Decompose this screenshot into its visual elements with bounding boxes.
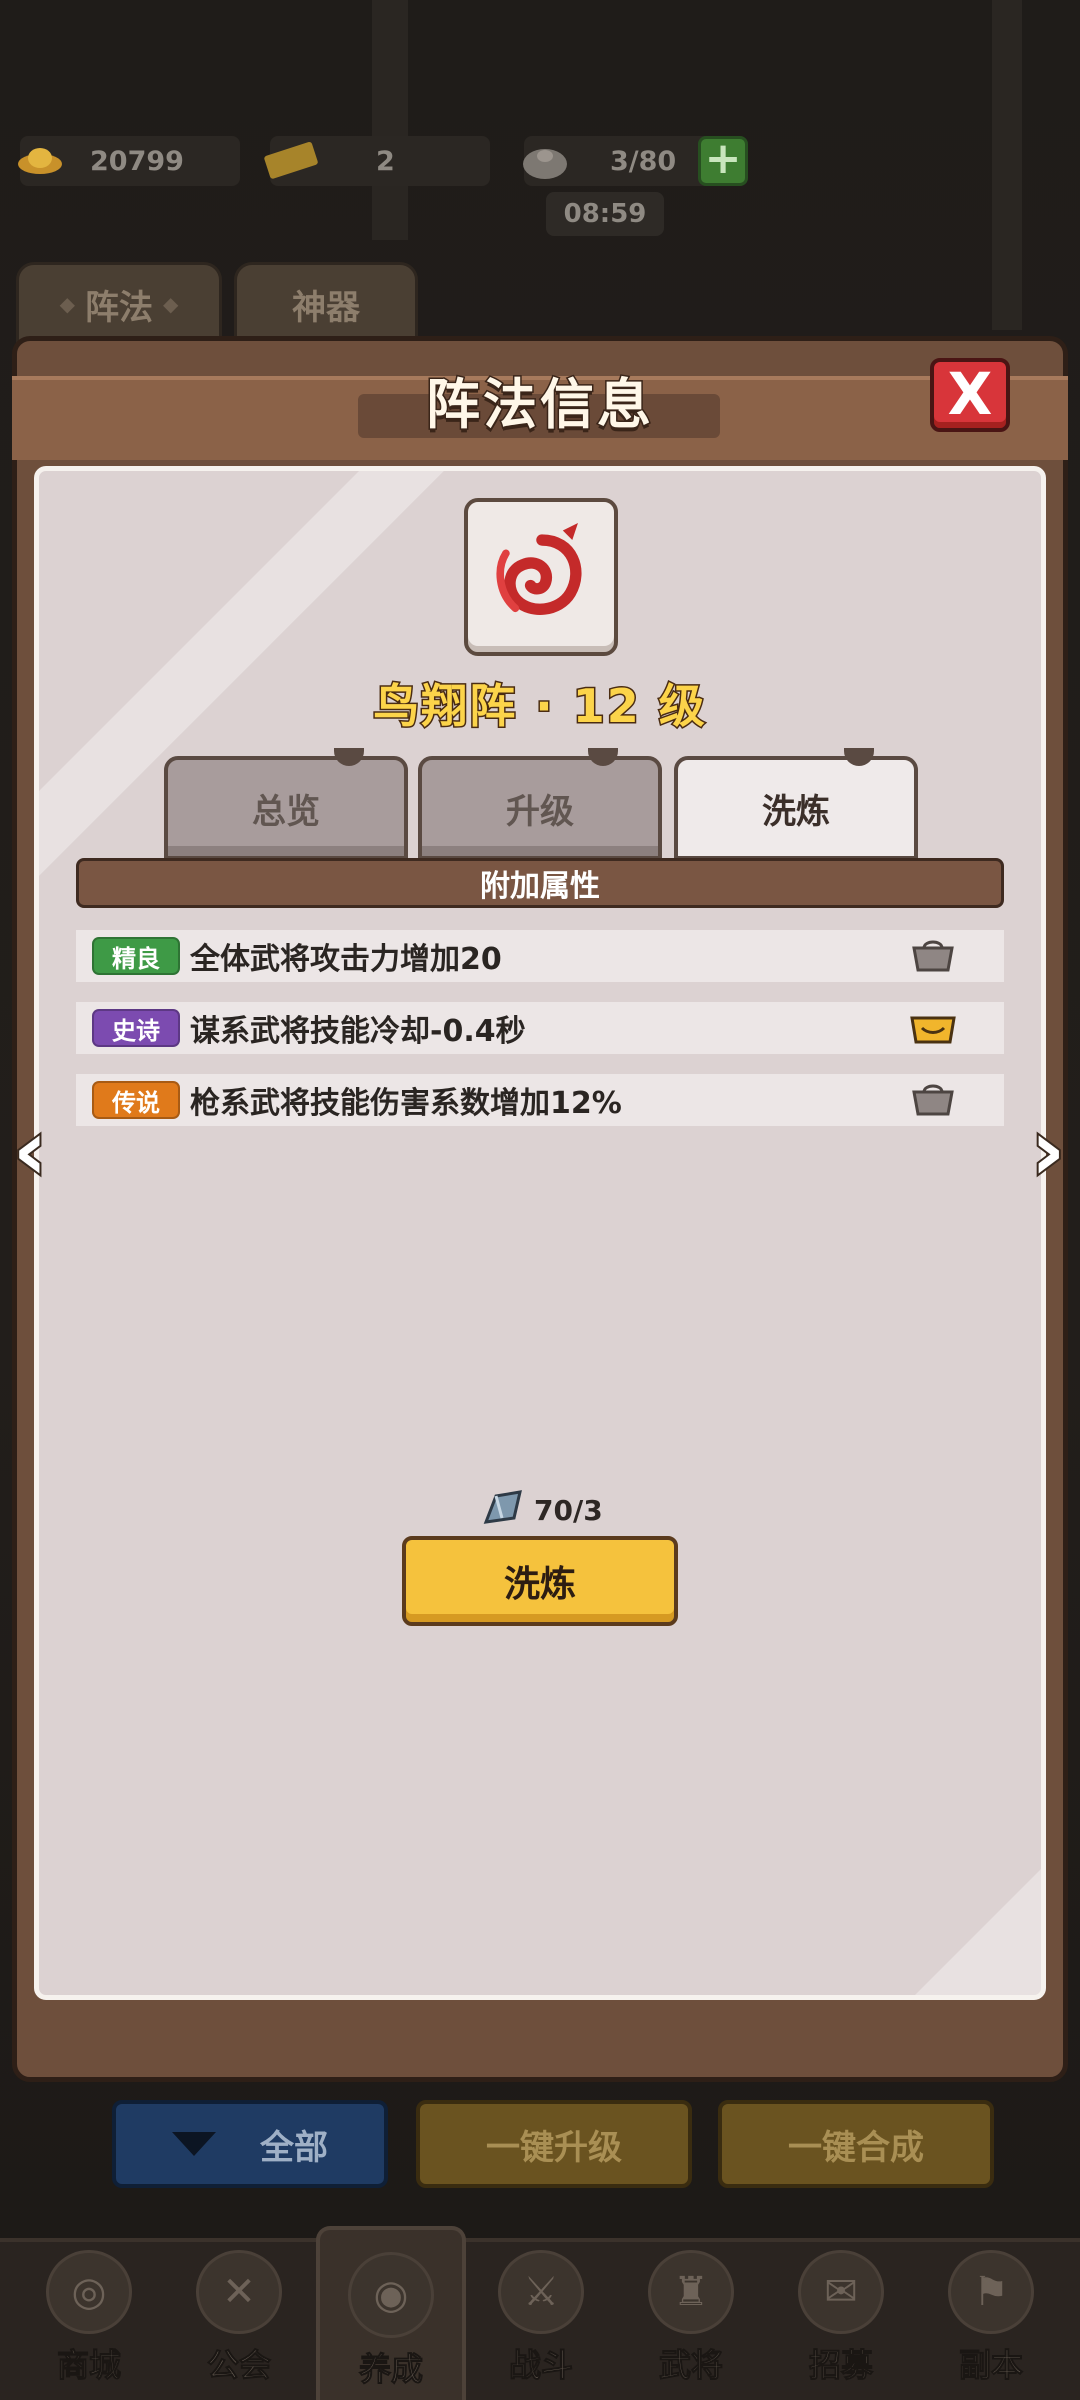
stamina-timer: 08:59 [546,192,664,236]
lock-toggle-icon[interactable] [908,1012,958,1046]
prev-formation-arrow[interactable]: ‹ [4,1102,56,1198]
formation-name: 鸟翔阵 · 12 级 [372,678,707,735]
refine-stone-icon [483,1490,522,1524]
nav-develop-label: 养成 [358,2350,423,2389]
phoenix-icon [496,522,582,615]
tab-artifact-label: 神器 [292,287,360,328]
tab-knob [334,748,364,766]
nav-battle-label: 战斗 [508,2346,573,2385]
nav-recruit[interactable]: ✉ 招募 [766,2250,916,2396]
tab-overview[interactable]: 总览 [164,748,408,860]
section-title-bar: 附加属性 [76,858,1004,908]
nav-develop[interactable]: ◉ 养成 [316,2226,466,2400]
gold-amount: 20799 [90,145,184,177]
battle-icon: ⚔ [498,2250,584,2334]
dungeon-icon: ⚑ [948,2250,1034,2334]
gold-resource: 20799 [18,136,240,186]
attribute-text: 谋系武将技能冷却-0.4秒 [190,1014,526,1049]
filter-all-label: 全部 [260,2127,328,2168]
general-icon: ♜ [648,2250,734,2334]
stamina-amount: 3/80 [610,145,677,177]
tab-formation[interactable]: ◆ 阵法 ◆ [16,262,222,346]
close-icon: X [947,360,993,428]
diamond-icon: ◆ [59,292,75,316]
upgrade-all-button[interactable]: 一键升级 [416,2100,692,2188]
nav-general[interactable]: ♜ 武将 [616,2250,766,2396]
tab-formation-label: 阵法 [85,287,153,328]
nav-guild[interactable]: ✕ 公会 [164,2250,314,2396]
rarity-badge-legend: 传说 [92,1081,180,1119]
tab-knob [844,748,874,766]
refine-button[interactable]: 洗炼 [402,1536,678,1626]
tab-refine-label: 洗炼 [762,791,830,832]
nav-battle[interactable]: ⚔ 战斗 [466,2250,616,2396]
attribute-text: 枪系武将技能伤害系数增加12% [190,1086,622,1121]
filter-all-button[interactable]: 全部 [112,2100,388,2188]
nav-shop-label: 商城 [56,2346,121,2385]
tab-overview-label: 总览 [252,791,320,832]
tab-upgrade-label: 升级 [506,791,574,832]
ticket-icon [264,141,318,179]
modal-title: 阵法信息 [425,372,654,438]
develop-icon: ◉ [348,2252,434,2338]
refine-cost: 70/3 [480,1488,603,1532]
attribute-row: 精良 全体武将攻击力增加20 [76,930,1004,982]
merge-all-button[interactable]: 一键合成 [718,2100,994,2188]
rarity-badge-fine: 精良 [92,937,180,975]
diamond-icon: ◆ [163,292,179,316]
guild-icon: ✕ [196,2250,282,2334]
bg-pillar [372,0,408,240]
nav-shop[interactable]: ◎ 商城 [14,2250,164,2396]
tab-refine[interactable]: 洗炼 [674,748,918,860]
rarity-badge-epic: 史诗 [92,1009,180,1047]
ticket-resource: 2 [264,136,490,186]
nav-recruit-label: 招募 [808,2346,873,2385]
add-stamina-button[interactable]: + [698,136,748,186]
next-formation-arrow[interactable]: › [1022,1102,1074,1198]
tab-artifact[interactable]: 神器 [234,262,418,346]
tab-upgrade[interactable]: 升级 [418,748,662,860]
nav-dungeon-label: 副本 [958,2346,1023,2385]
panel-sheen [539,1734,1041,1995]
lock-toggle-icon[interactable] [908,940,958,974]
section-title: 附加属性 [480,869,600,904]
bun-icon [523,149,567,179]
formation-emblem [464,498,618,656]
attribute-row: 传说 枪系武将技能伤害系数增加12% [76,1074,1004,1126]
gold-ingot-icon [18,148,62,174]
recruit-icon: ✉ [798,2250,884,2334]
ticket-amount: 2 [376,145,395,177]
nav-guild-label: 公会 [206,2346,271,2385]
attribute-text: 全体武将攻击力增加20 [190,942,502,977]
bg-pillar [992,0,1022,330]
nav-general-label: 武将 [658,2346,723,2385]
close-button[interactable]: X [930,358,1010,432]
dropdown-triangle-icon [172,2132,216,2156]
lock-toggle-icon[interactable] [908,1084,958,1118]
attribute-row: 史诗 谋系武将技能冷却-0.4秒 [76,1002,1004,1054]
shop-icon: ◎ [46,2250,132,2334]
nav-dungeon[interactable]: ⚑ 副本 [916,2250,1066,2396]
refine-cost-amount: 70/3 [534,1493,603,1527]
tab-knob [588,748,618,766]
